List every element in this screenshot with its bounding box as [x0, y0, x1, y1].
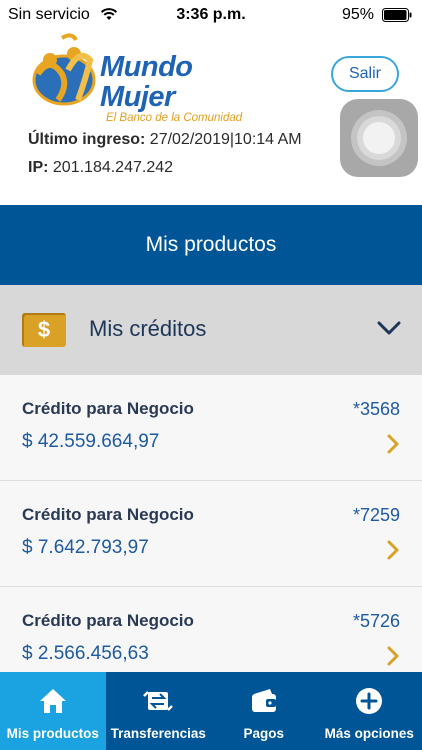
tab-transferencias[interactable]: Transferencias — [106, 672, 212, 750]
credit-name: Crédito para Negocio — [22, 399, 194, 418]
battery-icon — [382, 8, 412, 22]
logo-figure-icon — [32, 33, 96, 106]
brand-tagline: El Banco de la Comunidad — [106, 112, 243, 124]
list-item[interactable]: Crédito para Negocio *7259 $ 7.642.793,9… — [0, 481, 422, 587]
brand-logo: Mundo Mujer El Banco de la Comunidad — [28, 30, 273, 124]
credit-name: Crédito para Negocio — [22, 611, 194, 630]
assistive-touch-button[interactable] — [340, 99, 418, 177]
tab-mis-productos[interactable]: Mis productos — [0, 672, 106, 750]
battery-percent: 95% — [341, 6, 374, 23]
credits-accordion-header[interactable]: $ Mis créditos — [0, 285, 422, 375]
status-bar: Sin servicio 3:36 p.m. 95% — [0, 0, 422, 30]
tab-label: Transferencias — [110, 726, 206, 741]
brand-name: Mundo Mujer — [100, 51, 193, 113]
exit-button[interactable]: Salir — [331, 56, 399, 92]
last-login-label: Último ingreso: — [28, 131, 146, 148]
accordion-title: Mis créditos — [89, 316, 207, 341]
home-icon — [39, 689, 66, 713]
ip-label: IP: — [28, 159, 49, 176]
tab-pagos[interactable]: Pagos — [211, 672, 317, 750]
tab-label: Mis productos — [6, 726, 99, 741]
credit-list: Crédito para Negocio *3568 $ 42.559.664,… — [0, 375, 422, 693]
credit-name: Crédito para Negocio — [22, 505, 194, 524]
list-item[interactable]: Crédito para Negocio *3568 $ 42.559.664,… — [0, 375, 422, 481]
last-login-value: 27/02/2019|10:14 AM — [145, 131, 302, 148]
ip-value: 201.184.247.242 — [48, 159, 174, 176]
credit-amount: $ 42.559.664,97 — [22, 431, 160, 452]
credit-number: *5726 — [352, 611, 400, 631]
tab-label: Más opciones — [324, 726, 414, 741]
plus-circle-icon — [356, 688, 383, 714]
credit-number: *3568 — [352, 399, 400, 419]
tab-mas-opciones[interactable]: Más opciones — [317, 672, 422, 750]
last-login: Último ingreso: 27/02/2019|10:14 AM — [28, 131, 302, 149]
wallet-icon — [251, 689, 276, 712]
chevron-down-icon[interactable] — [376, 318, 402, 338]
chevron-right-icon — [387, 434, 399, 454]
section-title: Mis productos — [0, 205, 422, 285]
tab-label: Pagos — [243, 726, 284, 741]
ip-address: IP: 201.184.247.242 — [28, 159, 173, 177]
credit-amount: $ 2.566.456,63 — [22, 643, 149, 664]
credit-number: *7259 — [352, 505, 400, 525]
chevron-right-icon — [387, 646, 399, 666]
dollar-icon: $ — [22, 313, 66, 347]
tab-bar: Mis productos Transferencias Pagos Más o… — [0, 672, 422, 750]
transfer-icon — [143, 691, 174, 711]
chevron-right-icon — [387, 540, 399, 560]
credit-amount: $ 7.642.793,97 — [22, 537, 149, 558]
